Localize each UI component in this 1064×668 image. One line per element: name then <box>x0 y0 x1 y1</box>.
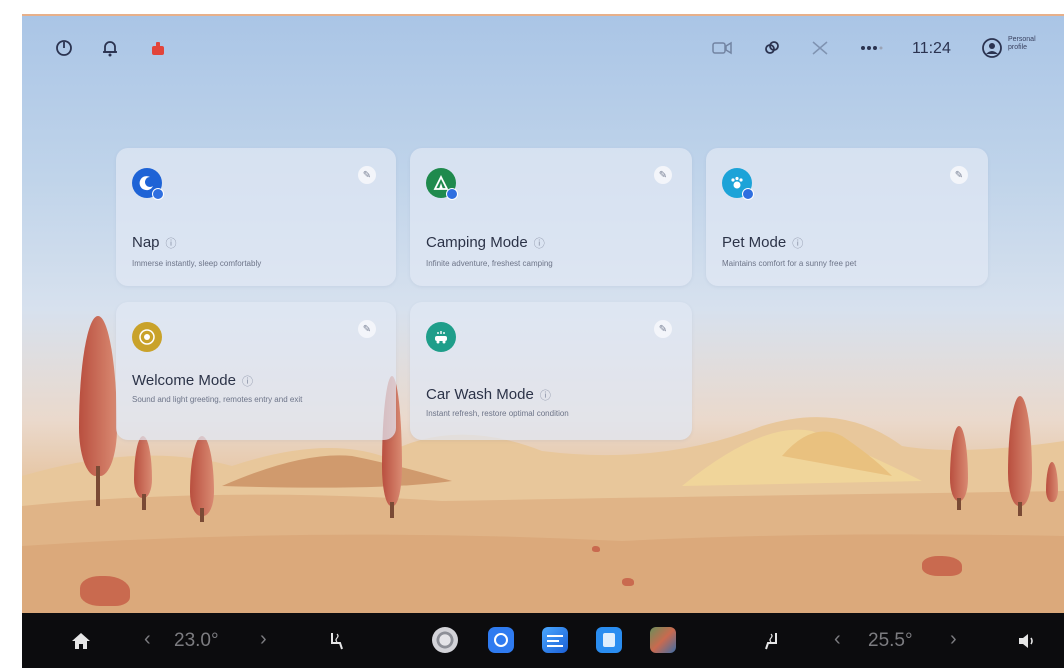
card-title-text: Nap <box>132 234 160 251</box>
pet-mode-card[interactable]: ✎ Pet Mode ⓘ Maintains comfort for a sunn… <box>706 148 988 286</box>
tree-trunk <box>142 494 146 510</box>
tree-trunk <box>200 508 204 522</box>
camping-mode-card[interactable]: ✎ Camping Mode ⓘ Infinite adventure, fres… <box>410 148 692 286</box>
car-wash-mode-card[interactable]: ✎ Car Wash Mode ⓘ Instant refresh, restor… <box>410 302 692 440</box>
camera-icon[interactable] <box>712 38 732 58</box>
nap-icon <box>132 168 164 200</box>
tree-trunk <box>390 502 394 518</box>
info-icon[interactable]: ⓘ <box>534 238 545 250</box>
car-wash-icon <box>426 322 456 352</box>
map-app-icon[interactable] <box>542 627 568 653</box>
camping-icon <box>426 168 458 200</box>
power-icon[interactable] <box>54 38 74 58</box>
card-title-text: Camping Mode <box>426 234 528 251</box>
gallery-app-icon[interactable] <box>650 627 676 653</box>
welcome-icon <box>132 322 162 352</box>
info-icon[interactable]: ⓘ <box>792 238 803 250</box>
status-bar: 11:24 Personal profile <box>22 16 1064 76</box>
tree-trunk <box>96 466 100 506</box>
temp-left-increase-icon[interactable]: › <box>260 628 267 651</box>
pin-icon[interactable]: ✎ <box>950 166 968 184</box>
tree-trunk <box>957 498 961 510</box>
card-title: Nap ⓘ <box>132 234 177 251</box>
card-title-text: Pet Mode <box>722 234 787 251</box>
temp-left-decrease-icon[interactable]: ‹ <box>144 628 151 651</box>
card-desc: Instant refresh, restore optimal conditi… <box>426 409 569 418</box>
car-screen: 11:24 Personal profile ✎ Nap ⓘ Immerse in… <box>22 14 1064 668</box>
pin-icon[interactable]: ✎ <box>358 320 376 338</box>
temp-right-increase-icon[interactable]: › <box>950 628 957 651</box>
pet-icon <box>722 168 754 200</box>
profile-avatar-icon[interactable] <box>982 38 1002 58</box>
home-icon[interactable] <box>66 613 96 668</box>
welcome-mode-card[interactable]: ✎ Welcome Mode ⓘ Sound and light greeting… <box>116 302 396 440</box>
seat-heat-left-icon[interactable] <box>322 613 350 668</box>
temp-right-decrease-icon[interactable]: ‹ <box>834 628 841 651</box>
info-icon[interactable]: ⓘ <box>242 376 253 388</box>
card-title: Welcome Mode ⓘ <box>132 372 253 389</box>
card-desc: Sound and light greeting, remotes entry … <box>132 395 303 404</box>
card-title: Camping Mode ⓘ <box>426 234 545 251</box>
card-title-text: Car Wash Mode <box>426 386 534 403</box>
tree-trunk <box>1018 502 1022 516</box>
card-desc: Immerse instantly, sleep comfortably <box>132 259 262 268</box>
info-icon[interactable]: ⓘ <box>540 390 551 402</box>
profile-label[interactable]: Personal profile <box>1008 36 1058 52</box>
info-icon[interactable]: ⓘ <box>166 238 177 250</box>
card-desc: Maintains comfort for a sunny free pet <box>722 259 857 268</box>
warning-icon[interactable] <box>148 38 168 58</box>
link-icon[interactable] <box>762 38 782 58</box>
rock <box>592 546 600 552</box>
bottom-dock: ‹ 23.0° › ‹ 25.5° › <box>22 613 1064 668</box>
rock <box>80 576 130 606</box>
profile-line2: profile <box>1008 44 1028 51</box>
card-title: Car Wash Mode ⓘ <box>426 386 551 403</box>
clock-time: 11:24 <box>912 40 951 57</box>
badge-icon <box>742 188 754 200</box>
badge-icon <box>152 188 164 200</box>
signal-off-icon <box>810 38 830 58</box>
settings-app-icon[interactable] <box>432 627 458 653</box>
pin-icon[interactable]: ✎ <box>358 166 376 184</box>
card-desc: Infinite adventure, freshest camping <box>426 259 553 268</box>
temp-right-value: 25.5° <box>868 630 913 651</box>
rock <box>622 578 634 586</box>
badge-icon <box>446 188 458 200</box>
pin-icon[interactable]: ✎ <box>654 166 672 184</box>
rock <box>922 556 962 576</box>
profile-line1: Personal <box>1008 36 1036 43</box>
signal-dots-icon <box>860 38 888 58</box>
media-app-icon[interactable] <box>596 627 622 653</box>
temp-left-value: 23.0° <box>174 630 219 651</box>
browser-app-icon[interactable] <box>488 627 514 653</box>
tree <box>79 316 117 476</box>
nap-card[interactable]: ✎ Nap ⓘ Immerse instantly, sleep comforta… <box>116 148 396 286</box>
card-title: Pet Mode ⓘ <box>722 234 803 251</box>
seat-heat-right-icon[interactable] <box>758 613 786 668</box>
volume-icon[interactable] <box>1012 613 1042 668</box>
bell-icon[interactable] <box>100 38 120 58</box>
card-title-text: Welcome Mode <box>132 372 236 389</box>
pin-icon[interactable]: ✎ <box>654 320 672 338</box>
